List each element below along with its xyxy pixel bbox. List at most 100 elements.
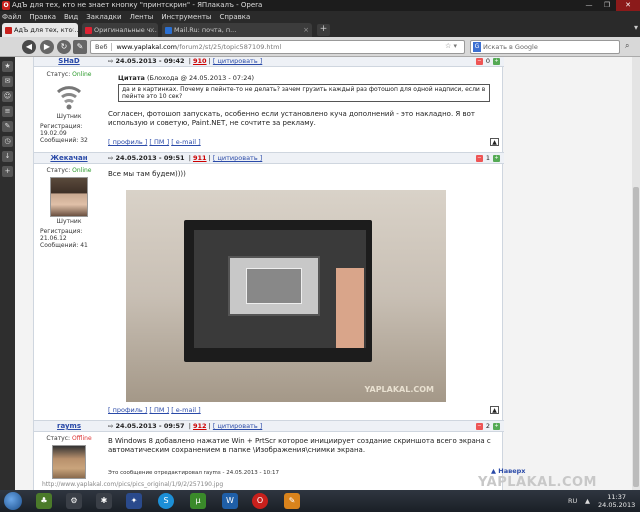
rate-down-icon[interactable]: − <box>475 422 483 430</box>
pm-link[interactable]: [ ПМ ] <box>149 138 169 146</box>
utorrent-like-icon[interactable]: ♣ <box>36 493 52 509</box>
back-button[interactable]: ◀ <box>22 40 36 54</box>
tab-bar: АдЪ для тех, кто ... × Оригинальные ч...… <box>0 22 640 37</box>
utorrent-icon[interactable]: µ <box>190 493 206 509</box>
rate-down-icon[interactable]: − <box>475 154 483 162</box>
search-input[interactable]: G Искать в Google <box>470 40 620 54</box>
downloads-icon[interactable]: ↓ <box>2 151 13 162</box>
profile-link[interactable]: [ профиль ] <box>108 138 147 146</box>
scrollbar-thumb[interactable] <box>633 187 639 487</box>
rate-up-icon[interactable]: + <box>493 57 500 65</box>
address-field[interactable]: Веб www.yaplakal.com/forum2/st/25/topic58… <box>90 40 465 54</box>
page-scrollbar[interactable] <box>632 57 640 490</box>
paint-icon[interactable]: ✎ <box>284 493 300 509</box>
url-field-icons[interactable]: ☆ ▾ <box>445 42 457 50</box>
start-button[interactable] <box>4 492 22 510</box>
menu-bookmarks[interactable]: Закладки <box>86 13 121 21</box>
email-link[interactable]: [ e-mail ] <box>171 138 200 146</box>
rate-up-icon[interactable]: + <box>493 422 500 430</box>
tray-icons[interactable]: ▲ <box>585 497 590 505</box>
menu-tools[interactable]: Инструменты <box>161 13 211 21</box>
tab-close-icon[interactable]: × <box>149 23 155 37</box>
url-path: /forum2/st/25/topic587109.html <box>177 43 282 51</box>
post-username[interactable]: Жекачан <box>34 154 104 162</box>
reload-button[interactable]: ↻ <box>57 40 71 54</box>
email-link[interactable]: [ e-mail ] <box>171 406 200 414</box>
user-avatar[interactable] <box>52 445 86 479</box>
opera-taskbar-icon[interactable]: O <box>252 493 268 509</box>
user-avatar[interactable] <box>50 177 88 217</box>
bookmarks-icon[interactable]: ★ <box>2 61 13 72</box>
feeds-icon[interactable]: ≡ <box>2 106 13 117</box>
menu-help[interactable]: Справка <box>219 13 250 21</box>
scroll-up-icon[interactable]: ▲ <box>490 406 499 414</box>
close-icon[interactable]: ✕ <box>616 0 640 11</box>
quote-link[interactable]: [ цитировать ] <box>213 154 262 162</box>
user-status: Статус: Online <box>46 167 92 174</box>
tab-mailru[interactable]: Mail.Ru: почта, п... × <box>162 23 312 37</box>
post-username[interactable]: SHaD <box>34 57 104 65</box>
pm-link[interactable]: [ ПМ ] <box>149 406 169 414</box>
post-body: Все мы там будем)))) <box>108 170 186 178</box>
user-info: Статус: Online Шутник Регистрация: 19.02… <box>34 71 104 144</box>
mail-icon[interactable]: ✉ <box>2 76 13 87</box>
post-number[interactable]: 910 <box>193 57 207 65</box>
edit-icon[interactable]: ✎ <box>73 40 87 54</box>
address-toolbar: ◀ ▶ ↻ ✎ Веб www.yaplakal.com/forum2/st/25… <box>0 37 640 57</box>
menu-view[interactable]: Вид <box>64 13 78 21</box>
media-player-icon[interactable]: ✦ <box>126 493 142 509</box>
profile-link[interactable]: [ профиль ] <box>108 406 147 414</box>
page-content: SHaD ⇨ 24.05.2013 - 09:42 | 910 | [ цити… <box>15 57 632 490</box>
back-to-top-link[interactable]: ▲ Наверх <box>491 467 525 475</box>
new-tab-button[interactable]: + <box>317 24 330 36</box>
user-rank: Шутник <box>56 218 82 225</box>
tab-originals[interactable]: Оригинальные ч... × <box>82 23 158 37</box>
taskbar: ♣ ⚙ ✱ ✦ S µ W O ✎ RU ▲ 11:37 24.05.2013 <box>0 490 640 512</box>
rating-value: 2 <box>485 422 490 430</box>
tab-close-icon[interactable]: × <box>303 23 309 37</box>
post-number[interactable]: 911 <box>193 154 207 162</box>
tab-close-icon[interactable]: × <box>69 23 75 37</box>
google-icon[interactable]: G <box>473 42 481 52</box>
quote-header: Цитата (Блохода @ 24.05.2013 - 07:24) <box>118 74 255 82</box>
user-reg-date: Регистрация: 19.02.09 <box>40 123 83 137</box>
menu-feeds[interactable]: Ленты <box>130 13 154 21</box>
steam-icon[interactable]: ⚙ <box>66 493 82 509</box>
search-icon[interactable]: ⌕ <box>625 41 637 53</box>
word-icon[interactable]: W <box>222 493 238 509</box>
menu-file[interactable]: Файл <box>2 13 21 21</box>
tab-label: Mail.Ru: почта, п... <box>174 26 237 34</box>
history-icon[interactable]: ◷ <box>2 136 13 147</box>
notes-icon[interactable]: ✎ <box>2 121 13 132</box>
language-indicator[interactable]: RU <box>568 497 577 505</box>
title-bar: O АдЪ для тех, кто не знает кнопку "прин… <box>0 0 640 11</box>
maximize-icon[interactable]: ❐ <box>598 0 616 11</box>
post-photo[interactable]: YAPLAKAL.COM <box>126 190 446 402</box>
skype-icon[interactable]: S <box>158 493 174 509</box>
menu-edit[interactable]: Правка <box>29 13 56 21</box>
tab-yaplakal[interactable]: АдЪ для тех, кто ... × <box>2 23 78 37</box>
post-rating: − 2 + <box>475 422 500 430</box>
quote-link[interactable]: [ цитировать ] <box>213 422 262 430</box>
post-icon: ⇨ <box>108 422 114 430</box>
rate-up-icon[interactable]: + <box>493 154 500 162</box>
post-number[interactable]: 912 <box>193 422 207 430</box>
post-meta: ⇨ 24.05.2013 - 09:42 | 910 | [ цитироват… <box>108 57 263 65</box>
add-panel-icon[interactable]: + <box>2 166 13 177</box>
minimize-icon[interactable]: — <box>580 0 598 11</box>
user-info: Статус: Offline <box>34 435 104 479</box>
quote-link[interactable]: [ цитировать ] <box>213 57 262 65</box>
scroll-up-icon[interactable]: ▲ <box>490 138 499 146</box>
app-icon[interactable]: ✱ <box>96 493 112 509</box>
post-rating: − 1 + <box>475 154 500 162</box>
rate-down-icon[interactable]: − <box>475 57 483 65</box>
opera-icon[interactable]: O <box>2 1 10 10</box>
user-rank: Шутник <box>56 113 82 120</box>
contacts-icon[interactable]: ☺ <box>2 91 13 102</box>
clock[interactable]: 11:37 24.05.2013 <box>598 493 635 509</box>
forward-button[interactable]: ▶ <box>40 40 54 54</box>
post-footer-links: [ профиль ] [ ПМ ] [ e-mail ] <box>108 138 201 146</box>
tab-list-icon[interactable]: ▾ <box>634 23 638 32</box>
post-username[interactable]: rayms <box>34 422 104 430</box>
quote-box: да и в картинках. Почему в пейнте-то не … <box>118 84 490 102</box>
